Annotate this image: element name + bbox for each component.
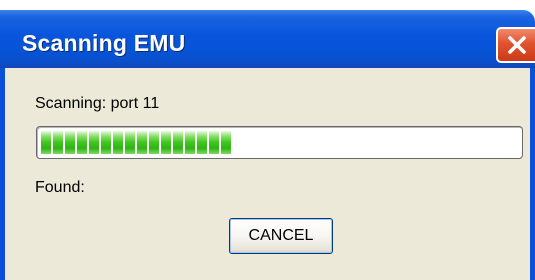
title-bar[interactable]: Scanning EMU (0, 10, 535, 68)
progress-segment (53, 131, 63, 154)
progress-segment (161, 131, 171, 154)
progress-segment (89, 131, 99, 154)
progress-segment (137, 131, 147, 154)
cancel-button[interactable]: CANCEL (229, 218, 333, 254)
progress-segment (113, 131, 123, 154)
progress-segment (101, 131, 111, 154)
window-frame-right (530, 68, 535, 280)
progress-segment (173, 131, 183, 154)
scanning-dialog-window: Scanning EMU Scanning: port 11 Found: CA… (0, 0, 535, 280)
progress-segment (125, 131, 135, 154)
progress-segment (197, 131, 207, 154)
progress-segment (209, 131, 219, 154)
scan-progress-bar (36, 126, 523, 159)
found-label: Found: (35, 179, 85, 196)
progress-segment (65, 131, 75, 154)
scan-status-text: Scanning: port 11 (35, 95, 160, 112)
close-button[interactable] (496, 27, 535, 63)
window-title: Scanning EMU (22, 30, 186, 56)
progress-fill (41, 131, 231, 154)
close-icon (507, 36, 526, 54)
dialog-body: Scanning: port 11 Found: CANCEL (5, 68, 530, 280)
progress-segment (41, 131, 51, 154)
progress-segment (221, 131, 231, 154)
progress-segment (185, 131, 195, 154)
progress-segment (77, 131, 87, 154)
progress-segment (149, 131, 159, 154)
